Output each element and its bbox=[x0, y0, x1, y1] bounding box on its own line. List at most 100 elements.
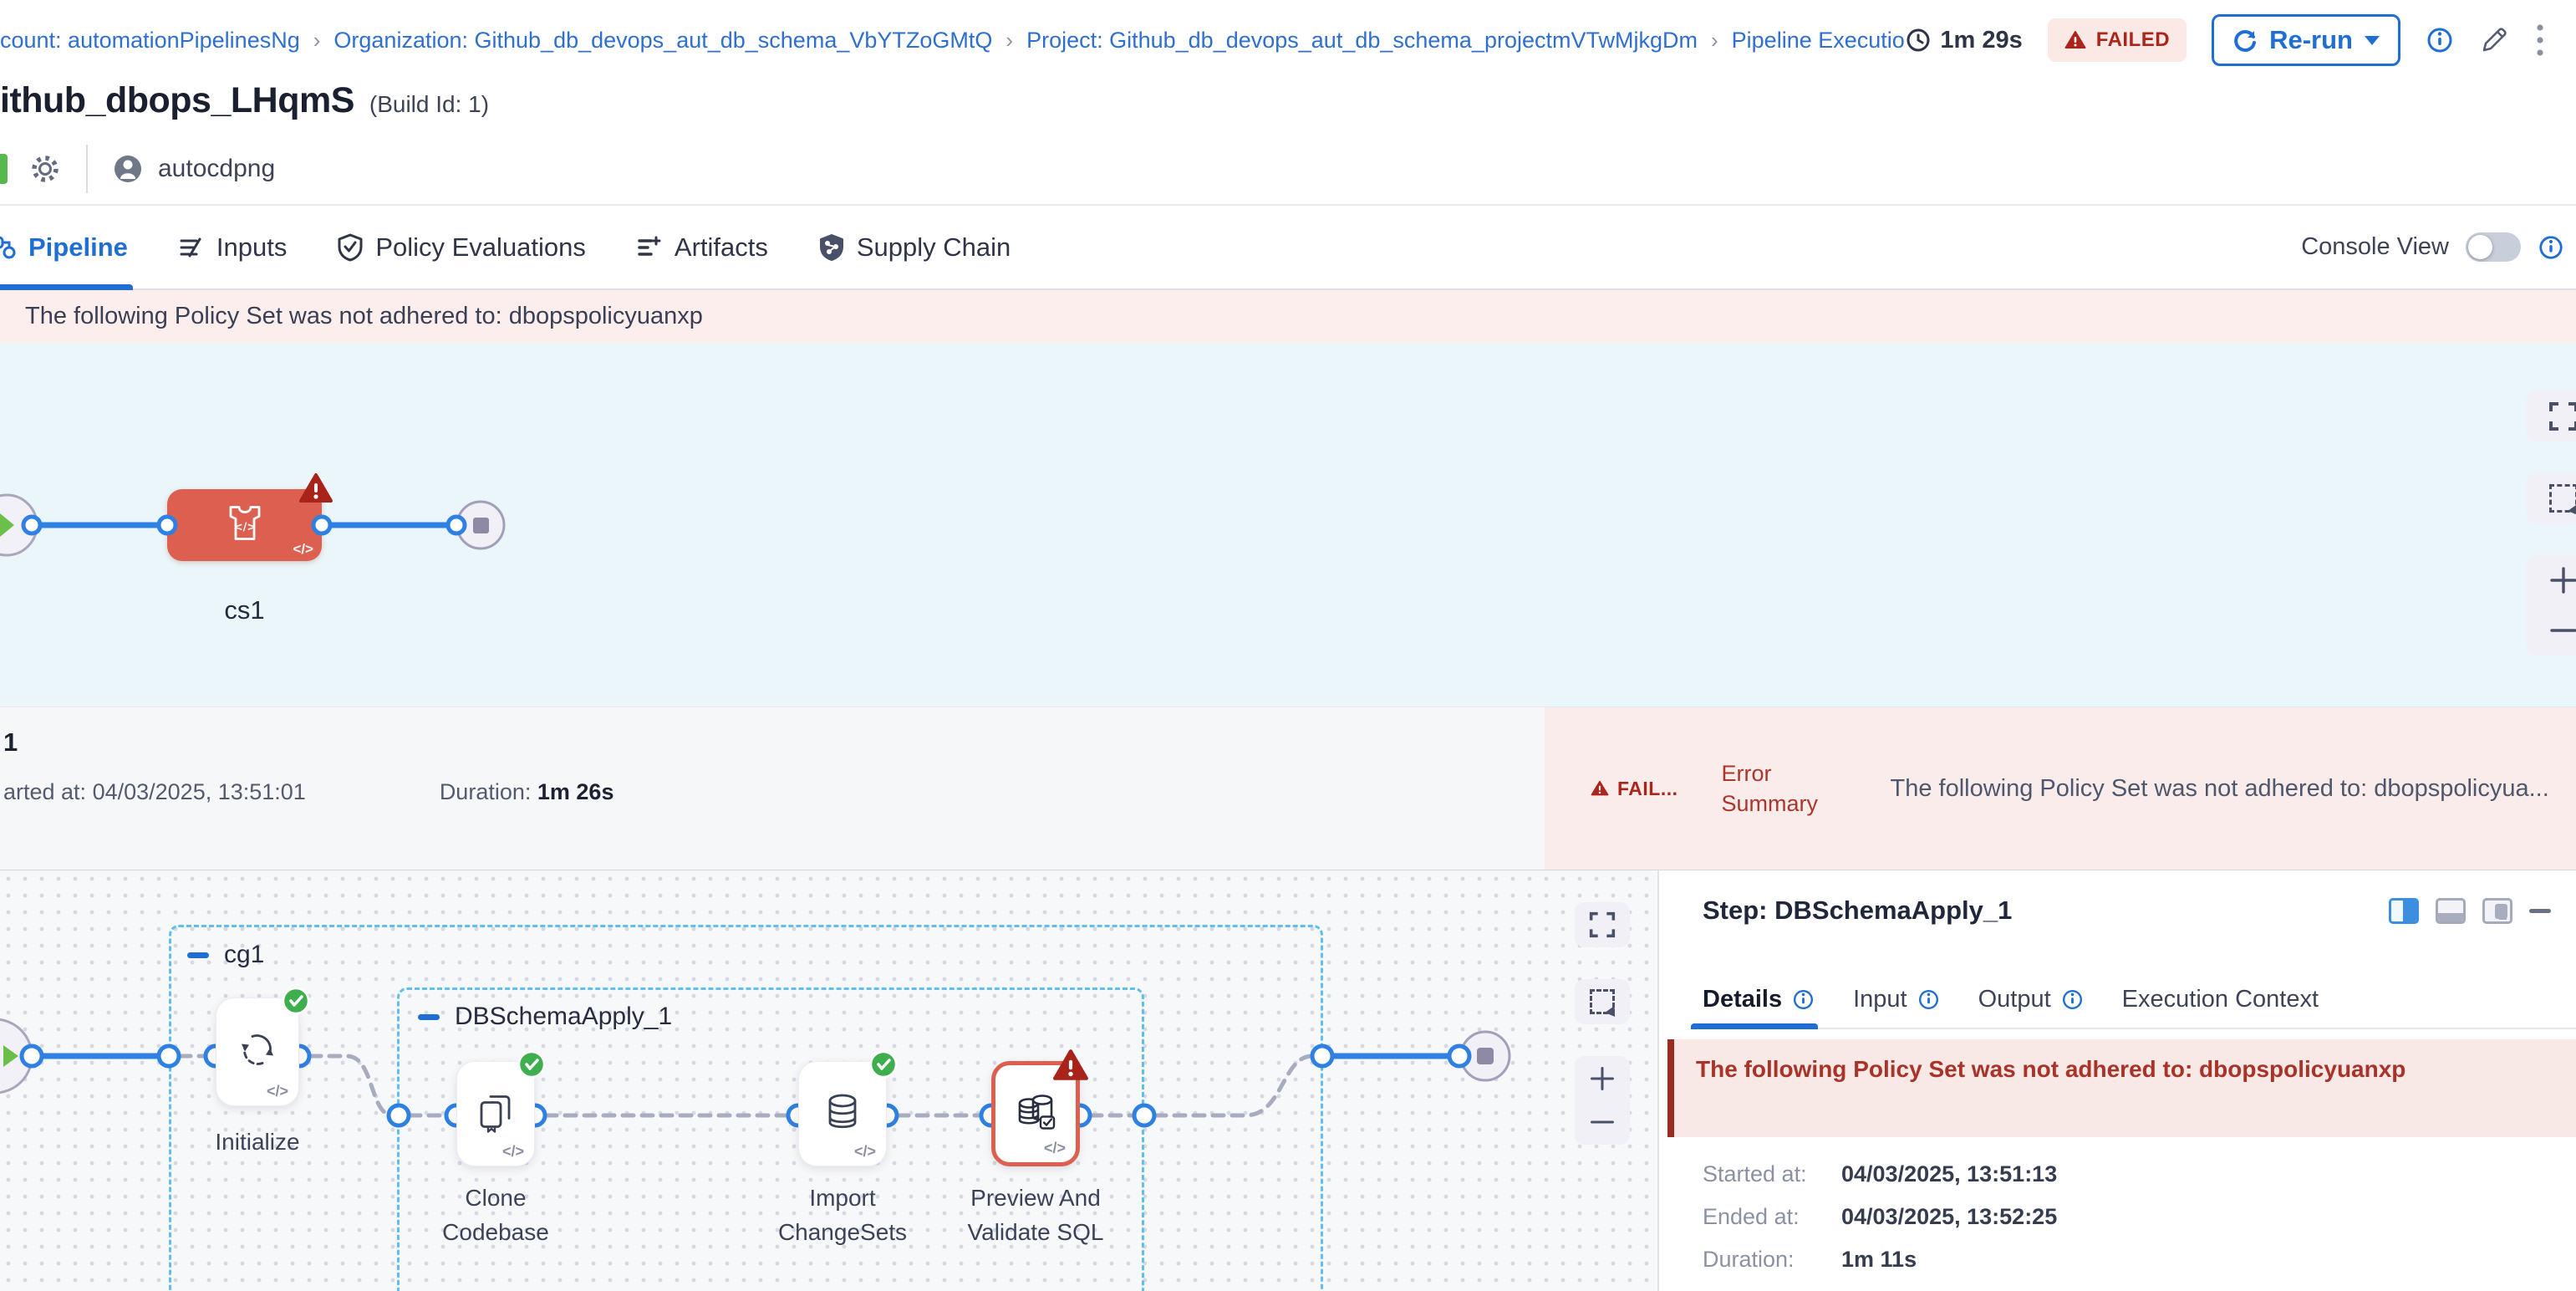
breadcrumb-organization[interactable]: Organization: Github_db_devops_aut_db_sc… bbox=[333, 28, 992, 54]
tab-policy-evaluations[interactable]: Policy Evaluations bbox=[337, 206, 586, 288]
fail-chip: FAIL... bbox=[1591, 778, 1678, 800]
marquee-select-control[interactable] bbox=[2526, 472, 2576, 524]
triggered-by: autocdpng bbox=[111, 152, 275, 186]
step-node-preview-validate-sql[interactable]: </> bbox=[991, 1061, 1080, 1166]
group-cg1-header: cg1 bbox=[187, 941, 264, 969]
meta-row: autocdpng bbox=[0, 134, 2576, 204]
stage-graph-canvas[interactable]: </> </> cs1 bbox=[0, 343, 2576, 707]
code-glyph: </> bbox=[854, 1143, 876, 1161]
tab-label: Details bbox=[1703, 986, 1782, 1013]
layout-split-vertical-icon[interactable] bbox=[2389, 898, 2419, 924]
code-glyph: </> bbox=[1044, 1140, 1066, 1157]
shield-check-icon bbox=[337, 233, 364, 262]
stage-summary-band: 1 arted at: 04/03/2025, 13:51:01 Duratio… bbox=[0, 707, 2576, 870]
status-badge-label: FAILED bbox=[2096, 28, 2170, 52]
console-view-toggle[interactable] bbox=[2466, 232, 2521, 262]
step-node-import-changesets[interactable]: </> bbox=[798, 1061, 887, 1166]
breadcrumb-project[interactable]: Project: Github_db_devops_aut_db_schema_… bbox=[1026, 28, 1698, 54]
zoom-in-button[interactable] bbox=[2538, 566, 2576, 594]
graph-controls bbox=[2526, 390, 2576, 656]
chevron-down-icon bbox=[2365, 36, 2380, 45]
zoom-in-button[interactable] bbox=[1583, 1066, 1621, 1091]
success-check-icon bbox=[517, 1050, 546, 1083]
warning-triangle-icon bbox=[2064, 30, 2086, 50]
tab-input[interactable]: Input bbox=[1853, 971, 1940, 1028]
active-tab-underline bbox=[1691, 1023, 1818, 1029]
tab-label: Input bbox=[1853, 986, 1907, 1013]
edit-pencil-icon[interactable] bbox=[2479, 25, 2509, 55]
step-panel-title: Step: DBSchemaApply_1 bbox=[1703, 896, 2012, 926]
top-bar: count: automationPipelinesNg › Organizat… bbox=[0, 0, 2576, 80]
zoom-controls bbox=[2526, 554, 2576, 656]
detail-row-label: Duration: bbox=[1703, 1247, 1795, 1273]
info-icon[interactable] bbox=[2426, 26, 2454, 54]
warning-triangle-icon bbox=[1591, 780, 1609, 797]
info-icon[interactable] bbox=[1917, 988, 1940, 1011]
tab-pipeline[interactable]: Pipeline bbox=[0, 206, 128, 288]
stage-graph-edges bbox=[0, 343, 2576, 707]
execution-graph-canvas[interactable]: cg1 DBSchemaApply_1 bbox=[0, 870, 1659, 1291]
stage-started-at: arted at: 04/03/2025, 13:51:01 bbox=[3, 779, 306, 805]
tab-inputs[interactable]: Inputs bbox=[178, 206, 287, 288]
page-title: ithub_dbops_LHqmS bbox=[0, 80, 354, 121]
custom-stage-icon: </> bbox=[221, 500, 268, 551]
inputs-icon bbox=[178, 234, 205, 261]
toggle-knob bbox=[2468, 235, 2492, 259]
fullscreen-icon bbox=[1583, 912, 1621, 937]
minimize-panel-icon[interactable] bbox=[2529, 909, 2551, 913]
step-node-initialize[interactable]: </> bbox=[216, 998, 299, 1106]
avatar-icon bbox=[111, 152, 145, 186]
graph-controls bbox=[1575, 902, 1630, 1145]
info-icon[interactable] bbox=[1792, 988, 1815, 1011]
stage-node-cs1[interactable]: </> </> bbox=[167, 489, 322, 561]
detail-row-label: Ended at: bbox=[1703, 1204, 1795, 1230]
pipeline-execution-page: count: automationPipelinesNg › Organizat… bbox=[0, 0, 2576, 1291]
info-icon[interactable] bbox=[2061, 988, 2084, 1011]
success-check-icon bbox=[282, 987, 310, 1019]
fullscreen-icon bbox=[2538, 402, 2576, 431]
tab-artifacts[interactable]: Artifacts bbox=[636, 206, 768, 288]
gear-icon[interactable] bbox=[28, 151, 63, 186]
tab-supply-chain[interactable]: Supply Chain bbox=[818, 206, 1011, 288]
rerun-button[interactable]: Re-run bbox=[2212, 14, 2400, 66]
collapse-minus-icon[interactable] bbox=[418, 1014, 440, 1020]
step-details-panel: Step: DBSchemaApply_1 Details I bbox=[1659, 870, 2576, 1291]
fullscreen-control[interactable] bbox=[2526, 390, 2576, 442]
collapse-minus-icon[interactable] bbox=[187, 952, 209, 958]
step-panel-header: Step: DBSchemaApply_1 bbox=[1703, 896, 2551, 926]
step-node-clone-codebase[interactable]: </> bbox=[456, 1061, 535, 1166]
breadcrumb-pipeline-executions[interactable]: Pipeline Executions bbox=[1732, 28, 1906, 54]
title-row: ithub_dbops_LHqmS (Build Id: 1) bbox=[0, 80, 2576, 134]
tab-label: Policy Evaluations bbox=[375, 232, 586, 263]
info-icon[interactable] bbox=[2538, 234, 2564, 261]
marquee-select-icon bbox=[2538, 484, 2576, 513]
status-badge: FAILED bbox=[2048, 18, 2187, 62]
divider bbox=[86, 145, 88, 193]
stage-summary-name: 1 bbox=[3, 727, 613, 758]
zoom-out-button[interactable] bbox=[2538, 616, 2576, 645]
fullscreen-control[interactable] bbox=[1575, 902, 1630, 947]
tab-execution-context[interactable]: Execution Context bbox=[2122, 971, 2319, 1028]
step-label-initialize: Initialize bbox=[182, 1125, 333, 1160]
marquee-select-control[interactable] bbox=[1575, 979, 1630, 1024]
layout-split-horizontal-icon[interactable] bbox=[2436, 898, 2466, 924]
tab-label: Inputs bbox=[216, 232, 287, 263]
elapsed-time: 1m 29s bbox=[1905, 27, 2022, 54]
step-panel-tabs: Details Input Output bbox=[1703, 971, 2576, 1029]
pipeline-icon bbox=[0, 235, 17, 260]
kebab-menu-icon[interactable] bbox=[2534, 23, 2546, 58]
marquee-select-icon bbox=[1583, 989, 1621, 1014]
fail-chip-label: FAIL... bbox=[1617, 778, 1678, 800]
breadcrumb-account[interactable]: count: automationPipelinesNg bbox=[0, 28, 300, 54]
tab-label: Supply Chain bbox=[857, 232, 1011, 263]
tab-label: Artifacts bbox=[675, 232, 768, 263]
supply-chain-shield-icon bbox=[818, 233, 845, 262]
tab-details[interactable]: Details bbox=[1703, 971, 1815, 1028]
refresh-icon bbox=[2232, 28, 2258, 53]
zoom-out-button[interactable] bbox=[1583, 1110, 1621, 1135]
step-label-import-changesets: Import ChangeSets bbox=[767, 1181, 918, 1249]
layout-floating-icon[interactable] bbox=[2482, 898, 2512, 924]
tab-label: Execution Context bbox=[2122, 986, 2319, 1013]
tab-output[interactable]: Output bbox=[1978, 971, 2084, 1028]
step-label-preview-validate-sql: Preview And Validate SQL bbox=[956, 1181, 1115, 1249]
